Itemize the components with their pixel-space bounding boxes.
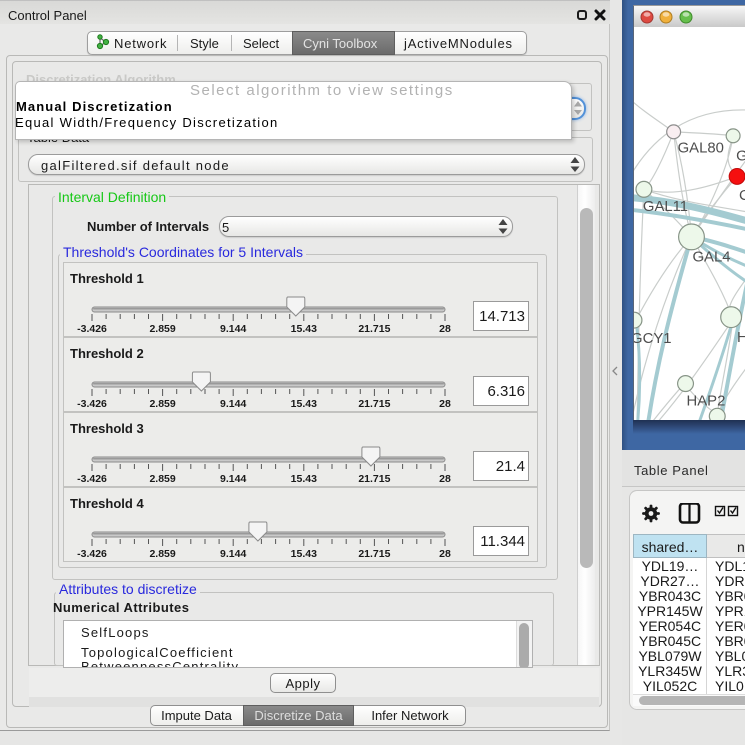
svg-text:CA: CA	[739, 188, 745, 204]
svg-text:GAL80: GAL80	[678, 141, 724, 157]
svg-text:HAP2: HAP2	[687, 393, 726, 409]
svg-text:GA: GA	[736, 149, 745, 165]
svg-text:GAL11: GAL11	[643, 199, 688, 215]
svg-text:GCY1: GCY1	[633, 331, 671, 347]
svg-text:GAL4: GAL4	[692, 250, 730, 266]
svg-text:H: H	[737, 330, 745, 346]
